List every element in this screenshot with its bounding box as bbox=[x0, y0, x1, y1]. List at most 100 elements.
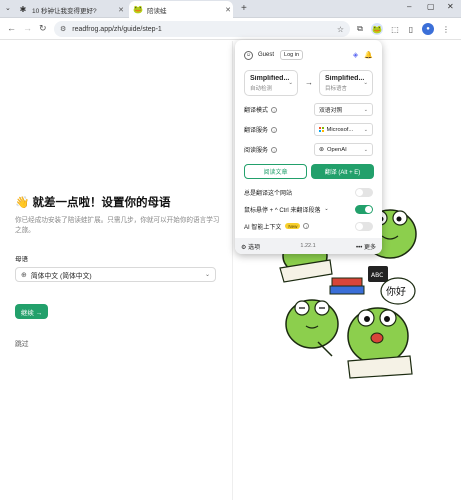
translation-mode-row: 翻译模式 i 双语对照 ⌄ bbox=[244, 103, 373, 116]
readfrog-extension-icon[interactable]: 🐸 bbox=[371, 23, 383, 35]
reading-service-label: 阅读服务 bbox=[244, 148, 269, 154]
extensions-puzzle-icon[interactable]: ⬚ bbox=[389, 23, 401, 35]
source-language-select[interactable]: Simplified... 自动检测 ⌄ bbox=[244, 70, 298, 96]
reload-icon[interactable]: ↻ bbox=[39, 23, 47, 34]
profile-avatar[interactable]: ● bbox=[422, 23, 434, 35]
hover-translate-toggle[interactable] bbox=[355, 204, 373, 214]
ai-context-label: AI 智能上下文 bbox=[244, 224, 282, 231]
reading-service-value: OpenAI bbox=[327, 146, 347, 153]
notification-bell-icon[interactable]: 🔔 bbox=[364, 51, 373, 59]
menu-kebab-icon[interactable]: ⋮ bbox=[440, 23, 452, 35]
version-label: 1.22.1 bbox=[300, 243, 316, 249]
login-button[interactable]: Log in bbox=[280, 50, 304, 60]
reading-service-row: 阅读服务 i ⊛ OpenAI ⌄ bbox=[244, 143, 373, 156]
extension-icon[interactable]: ⧉ bbox=[354, 23, 366, 35]
ai-context-toggle[interactable] bbox=[355, 221, 373, 231]
translation-mode-value: 双语对照 bbox=[319, 108, 343, 114]
frog-bottom-right bbox=[347, 307, 413, 379]
translation-service-select[interactable]: Microsof... ⌄ bbox=[314, 123, 373, 136]
hover-translate-label: 鼠标悬停 + ^ Ctrl 来翻译段落 bbox=[244, 207, 321, 214]
target-language-select[interactable]: Simplified... 目标语言 ⌄ bbox=[319, 70, 373, 96]
chevron-down-icon: ⌄ bbox=[363, 126, 368, 133]
page-description: 你已经成功安装了陪读蛙扩展。只需几步，你就可以开始你的语言学习之旅。 bbox=[15, 217, 220, 234]
translation-mode-select[interactable]: 双语对照 ⌄ bbox=[314, 103, 373, 116]
tab-close-icon[interactable]: ✕ bbox=[116, 6, 126, 14]
more-button[interactable]: ••• 更多 bbox=[356, 242, 376, 251]
tab-close-icon[interactable]: ✕ bbox=[223, 6, 233, 14]
browser-toolbar: ← → ↻ ⚙ readfrog.app/zh/guide/step-1 ☆ ⧉… bbox=[0, 18, 461, 40]
chevron-down-icon[interactable]: ⌄ bbox=[324, 206, 328, 212]
chevron-down-icon: ⌄ bbox=[288, 80, 293, 86]
continue-button[interactable]: 继续 → bbox=[15, 304, 48, 319]
address-bar[interactable]: ⚙ readfrog.app/zh/guide/step-1 ☆ bbox=[54, 21, 350, 37]
tab-search-icon[interactable]: ⌄ bbox=[5, 4, 15, 14]
tab-inactive[interactable]: ✱ 10 秒钟让我变得更好? ✕ bbox=[18, 1, 126, 18]
skip-link[interactable]: 跳过 bbox=[15, 338, 29, 348]
info-icon[interactable]: i bbox=[271, 106, 278, 113]
info-icon[interactable]: i bbox=[303, 223, 310, 229]
translation-service-label: 翻译服务 bbox=[244, 128, 269, 134]
tab-title: 陪读蛙 bbox=[147, 7, 167, 15]
url-text: readfrog.app/zh/guide/step-1 bbox=[72, 25, 162, 33]
info-icon[interactable]: i bbox=[271, 146, 278, 153]
discord-icon[interactable]: ◈ bbox=[353, 51, 358, 59]
tab-title: 10 秒钟让我变得更好? bbox=[32, 7, 97, 15]
chevron-down-icon: ⌄ bbox=[363, 106, 368, 113]
info-icon[interactable]: i bbox=[271, 126, 278, 133]
speech-bubble: 你好 bbox=[380, 277, 416, 305]
bookmark-star-icon[interactable]: ☆ bbox=[337, 25, 344, 34]
ai-context-row: AI 智能上下文 New i bbox=[244, 221, 373, 231]
speech-bubble-text: 你好 bbox=[386, 285, 406, 298]
sidebar-icon[interactable]: ▯ bbox=[405, 23, 417, 35]
always-translate-row: 总是翻译这个网站 bbox=[244, 187, 373, 197]
account-row: ☺ Guest Log in ◈ 🔔 bbox=[244, 50, 373, 60]
arrow-right-icon: → bbox=[305, 78, 313, 87]
openai-icon: ⊛ bbox=[319, 147, 325, 153]
site-info-icon[interactable]: ⚙ bbox=[60, 25, 66, 33]
always-translate-label: 总是翻译这个网站 bbox=[244, 190, 293, 197]
forward-icon[interactable]: → bbox=[23, 23, 32, 33]
more-dots-icon: ••• bbox=[356, 244, 363, 251]
book-stack: ABC bbox=[329, 266, 388, 295]
gear-icon: ⚙ bbox=[241, 244, 247, 251]
book-text: ABC bbox=[371, 272, 383, 279]
tab-strip: ⌄ ✱ 10 秒钟让我变得更好? ✕ 🐸 陪读蛙 ✕ + – ▢ ✕ bbox=[0, 0, 461, 18]
microsoft-icon bbox=[319, 127, 324, 132]
more-label: 更多 bbox=[363, 244, 376, 251]
options-label: 选项 bbox=[248, 244, 261, 251]
tab-favicon-icon: ✱ bbox=[19, 5, 27, 14]
reading-service-select[interactable]: ⊛ OpenAI ⌄ bbox=[314, 143, 373, 156]
new-badge: New bbox=[285, 223, 301, 229]
readfrog-popup: ☺ Guest Log in ◈ 🔔 Simplified... 自动检测 ⌄ … bbox=[235, 40, 382, 254]
native-language-label: 母语 bbox=[15, 256, 28, 263]
chevron-down-icon: ⌄ bbox=[363, 146, 368, 153]
guest-label: Guest bbox=[258, 52, 275, 58]
target-language-sub: 目标语言 bbox=[325, 86, 348, 92]
translate-button[interactable]: 翻译 (Alt + E) bbox=[311, 164, 374, 179]
source-language-sub: 自动检测 bbox=[250, 86, 273, 92]
frog-bottom-left bbox=[285, 299, 339, 357]
tab-active[interactable]: 🐸 陪读蛙 ✕ bbox=[129, 1, 233, 18]
frog-favicon-icon: 🐸 bbox=[133, 5, 143, 14]
chevron-down-icon: ⌄ bbox=[363, 80, 368, 86]
source-language-name: Simplified... bbox=[250, 75, 290, 82]
close-window-button[interactable]: ✕ bbox=[447, 2, 454, 11]
back-icon[interactable]: ← bbox=[7, 23, 16, 33]
page-title: 👋 就差一点啦！设置你的母语 bbox=[15, 197, 171, 209]
minimize-button[interactable]: – bbox=[407, 2, 411, 11]
new-tab-button[interactable]: + bbox=[241, 3, 247, 14]
maximize-button[interactable]: ▢ bbox=[427, 2, 435, 11]
hover-translate-row: 鼠标悬停 + ^ Ctrl 来翻译段落 ⌄ bbox=[244, 204, 373, 214]
translation-service-row: 翻译服务 i Microsof... ⌄ bbox=[244, 123, 373, 136]
translation-service-value: Microsof... bbox=[326, 126, 354, 133]
native-language-select[interactable]: ⊕ 简体中文 (简体中文) ⌄ bbox=[15, 267, 216, 282]
native-language-value: 简体中文 (简体中文) bbox=[30, 272, 92, 280]
popup-footer: ⚙ 选项 1.22.1 ••• 更多 bbox=[235, 238, 382, 254]
options-button[interactable]: ⚙ 选项 bbox=[241, 242, 260, 251]
column-divider bbox=[232, 41, 233, 500]
page-content: 👋 就差一点啦！设置你的母语 你已经成功安装了陪读蛙扩展。只需几步，你就可以开始… bbox=[0, 41, 461, 500]
read-article-button[interactable]: 阅读文章 bbox=[244, 164, 307, 179]
user-icon: ☺ bbox=[244, 50, 253, 60]
always-translate-toggle[interactable] bbox=[355, 187, 373, 197]
chevron-down-icon: ⌄ bbox=[204, 272, 210, 278]
